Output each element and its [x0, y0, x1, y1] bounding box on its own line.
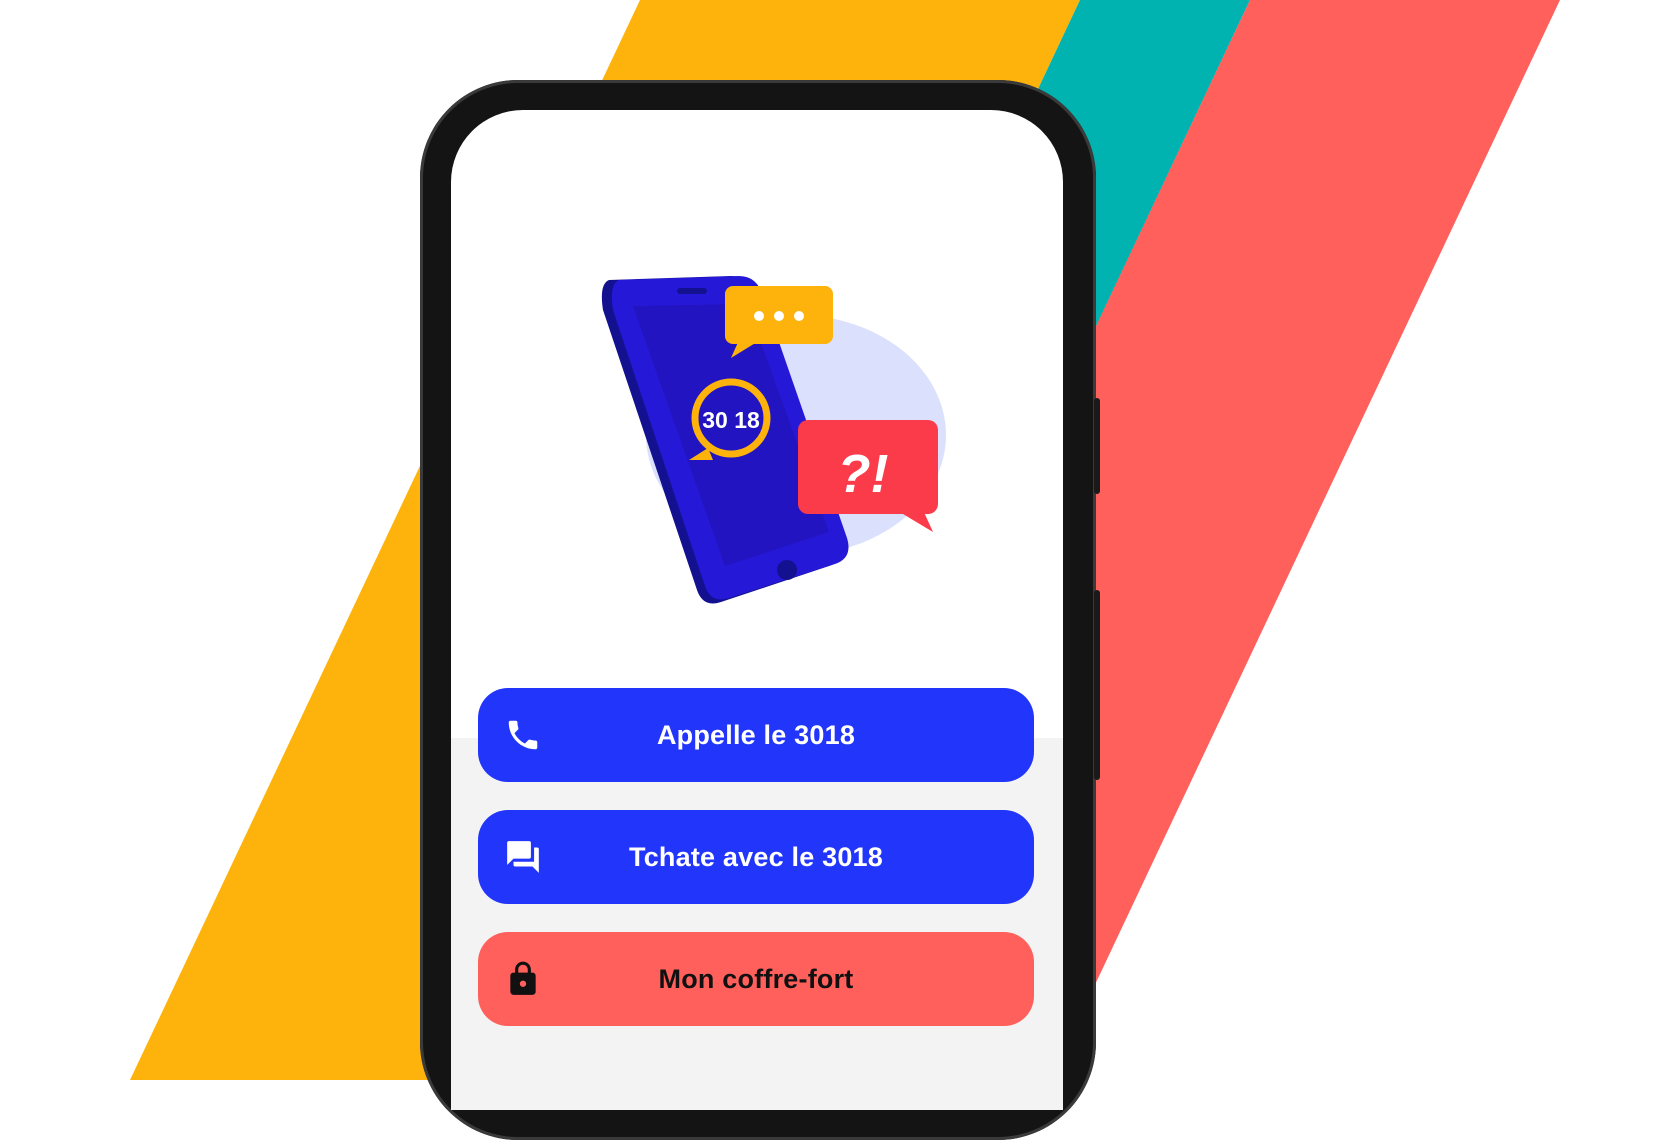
vault-button[interactable]: Mon coffre-fort [478, 932, 1034, 1026]
phone-side-button [1094, 398, 1100, 494]
screen-lower-panel [451, 738, 1063, 1110]
phone-chat-illustration: 30 18 ?! [601, 276, 946, 604]
phone-icon [508, 720, 538, 750]
chat-bubbles-icon [507, 841, 539, 873]
phone-side-button [1094, 590, 1100, 780]
phone-screen: 30 18 ?! Appelle le 3018 Tchate avec le … [451, 110, 1063, 1110]
lock-icon [510, 961, 536, 995]
chat-3018-button[interactable]: Tchate avec le 3018 [478, 810, 1034, 904]
illustration-question-text: ?! [838, 444, 889, 504]
call-3018-button[interactable]: Appelle le 3018 [478, 688, 1034, 782]
call-3018-label: Appelle le 3018 [656, 719, 856, 750]
illustration-badge-text: 30 18 [702, 407, 760, 433]
vault-label: Mon coffre-fort [658, 963, 854, 994]
chat-3018-label: Tchate avec le 3018 [629, 841, 883, 872]
